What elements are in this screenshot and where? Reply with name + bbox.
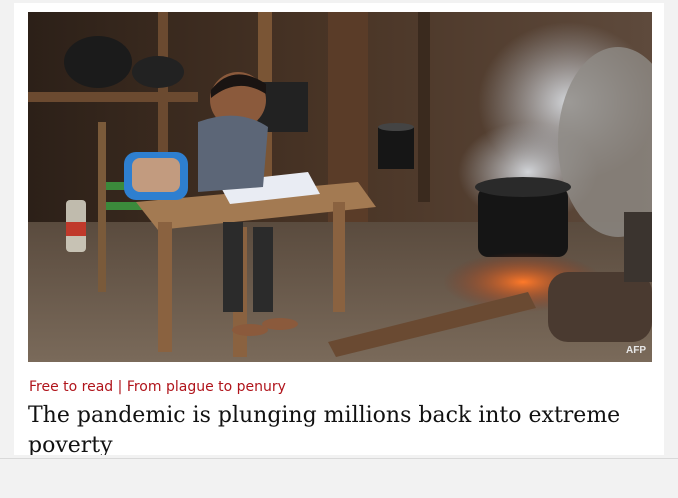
kicker-separator: | [113, 379, 127, 395]
article-headline[interactable]: The pandemic is plunging millions back i… [28, 401, 628, 455]
article-image[interactable]: AFP [28, 12, 652, 362]
image-credit: AFP [626, 345, 646, 356]
article-kicker: Free to read | From plague to penury [29, 379, 286, 395]
divider [0, 458, 678, 459]
article-card[interactable]: AFP Free to read | From plague to penury… [14, 3, 664, 455]
photo-illustration [28, 12, 652, 362]
section-link[interactable]: From plague to penury [127, 379, 286, 395]
free-to-read-link[interactable]: Free to read [29, 379, 113, 395]
